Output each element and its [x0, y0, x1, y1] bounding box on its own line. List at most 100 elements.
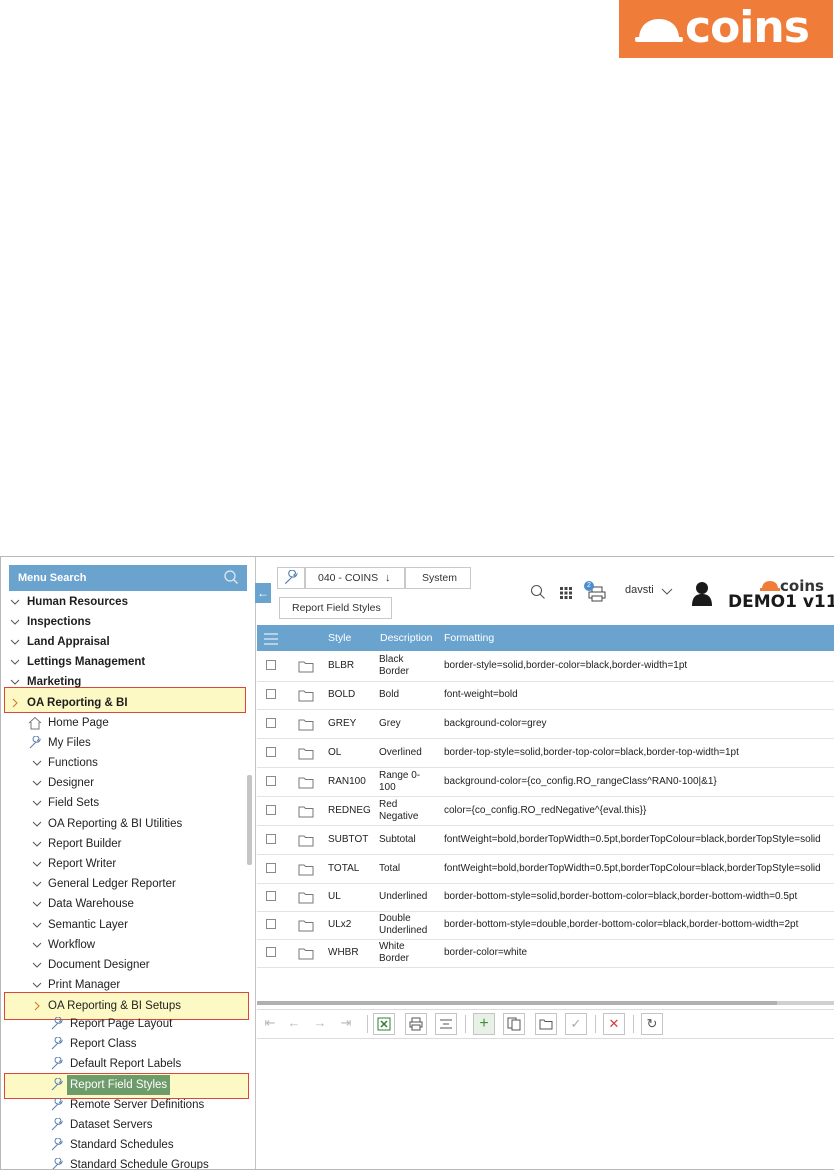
row-checkbox[interactable] — [266, 919, 276, 929]
next-page-button[interactable]: → — [309, 1013, 331, 1035]
wrench-icon — [51, 1017, 63, 1030]
table-row[interactable]: REDNEG Red Negative color={co_config.RO_re… — [257, 796, 834, 826]
folder-icon[interactable] — [298, 776, 314, 789]
menu-item-marketing[interactable]: Marketing — [1, 672, 251, 692]
folder-icon[interactable] — [298, 919, 314, 932]
menu-item-designer[interactable]: Designer — [1, 773, 251, 793]
menu-item-land-appraisal[interactable]: Land Appraisal — [1, 632, 251, 652]
column-description[interactable]: Description — [380, 625, 433, 651]
row-checkbox[interactable] — [266, 717, 276, 728]
row-checkbox[interactable] — [266, 947, 276, 957]
chevron-down-icon — [32, 922, 42, 928]
print-button[interactable] — [405, 1013, 427, 1035]
collapse-sidebar-button[interactable]: ← — [255, 583, 271, 603]
table-row[interactable]: RAN100 Range 0-100 background-color={co_co… — [257, 767, 834, 797]
menu-item-report-page-layout[interactable]: Report Page Layout — [1, 1014, 251, 1034]
menu-item-report-builder[interactable]: Report Builder — [1, 834, 251, 854]
row-checkbox[interactable] — [266, 660, 276, 670]
table-row[interactable]: ULx2 Double Underlined border-bottom-style… — [257, 911, 834, 940]
align-button[interactable] — [435, 1013, 457, 1035]
menu-item-report-field-styles[interactable]: Report Field Styles — [1, 1074, 251, 1095]
folder-icon[interactable] — [298, 834, 314, 847]
breadcrumb-home[interactable] — [277, 567, 305, 589]
row-checkbox[interactable] — [266, 891, 276, 901]
menu-item-functions[interactable]: Functions — [1, 753, 251, 773]
cell-formatting: background-color={co_config.RO_rangeClas… — [444, 775, 717, 787]
print-queue-button[interactable]: 2 — [584, 581, 608, 603]
folder-icon[interactable] — [298, 863, 314, 876]
breadcrumb-system[interactable]: System — [405, 567, 471, 589]
menu-item-oa-reporting-bi-utilities[interactable]: OA Reporting & BI Utilities — [1, 814, 251, 834]
delete-button[interactable]: ✕ — [603, 1013, 625, 1035]
table-row[interactable]: WHBR White Border border-color=white — [257, 939, 834, 968]
menu-item-lettings-management[interactable]: Lettings Management — [1, 652, 251, 672]
menu-item-workflow[interactable]: Workflow — [1, 935, 251, 955]
copy-button[interactable] — [503, 1013, 525, 1035]
table-row[interactable]: BOLD Bold font-weight=bold — [257, 681, 834, 710]
menu-item-semantic-layer[interactable]: Semantic Layer — [1, 915, 251, 935]
apps-grid-icon[interactable] — [559, 586, 573, 600]
last-page-button[interactable]: ⇥ — [335, 1013, 357, 1035]
folder-icon[interactable] — [298, 689, 314, 702]
menu-item-dataset-servers[interactable]: Dataset Servers — [1, 1115, 251, 1135]
menu-lines-icon[interactable] — [264, 633, 278, 645]
folder-icon[interactable] — [298, 891, 314, 904]
scrollbar-thumb[interactable] — [257, 1001, 777, 1005]
menu-item-standard-schedules[interactable]: Standard Schedules — [1, 1135, 251, 1155]
menu-item-report-writer[interactable]: Report Writer — [1, 854, 251, 874]
table-row[interactable]: OL Overlined border-top-style=solid,border… — [257, 738, 834, 768]
user-avatar-icon[interactable] — [691, 581, 713, 607]
folder-icon[interactable] — [298, 718, 314, 731]
menu-item-home-page[interactable]: Home Page — [1, 713, 251, 733]
row-checkbox[interactable] — [266, 804, 276, 815]
row-checkbox[interactable] — [266, 689, 276, 699]
user-name[interactable]: davsti — [625, 584, 654, 596]
table-row[interactable]: UL Underlined border-bottom-style=solid,bo… — [257, 883, 834, 912]
menu-item-field-sets[interactable]: Field Sets — [1, 793, 251, 813]
refresh-button[interactable]: ↻ — [641, 1013, 663, 1035]
folder-icon[interactable] — [298, 747, 314, 760]
tab-report-field-styles[interactable]: Report Field Styles — [279, 597, 392, 619]
chevron-down-icon — [10, 639, 20, 645]
row-checkbox[interactable] — [266, 746, 276, 757]
menu-item-report-class[interactable]: Report Class — [1, 1034, 251, 1054]
row-checkbox[interactable] — [266, 775, 276, 786]
menu-item-remote-server-definitions[interactable]: Remote Server Definitions — [1, 1095, 251, 1115]
search-icon[interactable] — [223, 569, 239, 585]
menu-item-my-files[interactable]: My Files — [1, 733, 251, 753]
table-row[interactable]: TOTAL Total fontWeight=bold,borderTopWidth… — [257, 854, 834, 884]
sidebar-scrollbar[interactable] — [247, 775, 252, 865]
column-style[interactable]: Style — [328, 625, 351, 651]
folder-icon[interactable] — [298, 805, 314, 818]
menu-item-default-report-labels[interactable]: Default Report Labels — [1, 1054, 251, 1074]
menu-item-oa-reporting-bi[interactable]: OA Reporting & BI — [1, 693, 251, 713]
add-button[interactable]: + — [473, 1013, 495, 1035]
breadcrumb-company[interactable]: 040 - COINS ↓ — [305, 567, 405, 589]
table-row[interactable]: SUBTOT Subtotal fontWeight=bold,borderTopW… — [257, 825, 834, 855]
table-row[interactable]: GREY Grey background-color=grey — [257, 709, 834, 739]
confirm-button[interactable]: ✓ — [565, 1013, 587, 1035]
grid-horizontal-scrollbar[interactable] — [257, 1001, 834, 1005]
table-row[interactable]: BLBR Black Border border-style=solid,borde… — [257, 651, 834, 682]
row-checkbox[interactable] — [266, 833, 276, 844]
chevron-down-icon — [32, 841, 42, 847]
hard-hat-icon — [760, 581, 780, 591]
menu-item-standard-schedule-groups[interactable]: Standard Schedule Groups — [1, 1155, 251, 1169]
first-page-button[interactable]: ⇤ — [259, 1013, 281, 1035]
row-checkbox[interactable] — [266, 862, 276, 873]
search-icon[interactable] — [530, 584, 546, 600]
folder-icon[interactable] — [298, 947, 314, 960]
folder-button[interactable] — [535, 1013, 557, 1035]
menu-search-input[interactable]: Menu Search — [9, 565, 247, 591]
column-formatting[interactable]: Formatting — [444, 625, 494, 651]
menu-item-general-ledger-reporter[interactable]: General Ledger Reporter — [1, 874, 251, 894]
chevron-down-icon[interactable] — [661, 587, 673, 597]
folder-icon[interactable] — [298, 660, 314, 673]
menu-item-print-manager[interactable]: Print Manager — [1, 975, 251, 995]
menu-item-human-resources[interactable]: Human Resources — [1, 592, 251, 612]
export-excel-button[interactable] — [373, 1013, 395, 1035]
previous-page-button[interactable]: ← — [283, 1013, 305, 1035]
menu-item-document-designer[interactable]: Document Designer — [1, 955, 251, 975]
menu-item-inspections[interactable]: Inspections — [1, 612, 251, 632]
menu-item-data-warehouse[interactable]: Data Warehouse — [1, 894, 251, 914]
